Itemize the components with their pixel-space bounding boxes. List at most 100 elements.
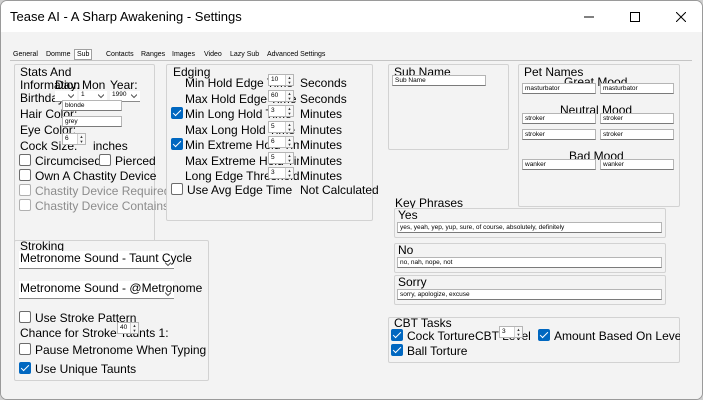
edging-row-stepper[interactable]: 5 ▲ ▼ bbox=[268, 120, 294, 133]
sorry-group: Sorry sorry, apologize, excuse bbox=[394, 275, 666, 305]
use-stroke-pattern-checkbox[interactable] bbox=[19, 311, 31, 323]
year-value: 1990 bbox=[112, 91, 127, 98]
circumcised-label: Circumcised bbox=[35, 154, 102, 168]
edging-row-unit: Minutes bbox=[300, 107, 343, 121]
tab-advanced-settings[interactable]: Advanced Settings bbox=[267, 51, 325, 58]
cock-torture-label: Cock Torture bbox=[407, 329, 475, 343]
edging-row-stepper[interactable]: 60 ▲ ▼ bbox=[268, 89, 294, 102]
spin-arrows-icon: ▲ ▼ bbox=[285, 75, 293, 85]
no-phrases-input[interactable]: no, nah, nope, not bbox=[397, 257, 662, 268]
edging-row-checkbox[interactable] bbox=[171, 107, 183, 119]
neutral-pet-name-input-3[interactable]: stroker bbox=[522, 129, 596, 140]
sub-name-panel: Sub Name Sub Name bbox=[388, 64, 509, 150]
cock-size-stepper[interactable]: 6 ▲ ▼ bbox=[62, 133, 86, 145]
title-bar: Tease AI - A Sharp Awakening - Settings bbox=[1, 1, 702, 32]
month-value: 1 bbox=[81, 91, 85, 98]
bad-pet-name-input-2[interactable]: wanker bbox=[600, 159, 674, 170]
tab-sub[interactable]: Sub bbox=[74, 49, 93, 60]
chastity-contains-checkbox[interactable] bbox=[19, 199, 31, 211]
tab-lazy-sub[interactable]: Lazy Sub bbox=[230, 51, 259, 58]
spin-arrows-icon: ▲ ▼ bbox=[285, 121, 293, 132]
minimize-button[interactable] bbox=[566, 1, 612, 32]
edging-row-value: 6 bbox=[271, 138, 275, 145]
edging-row-stepper[interactable]: 10 ▲ ▼ bbox=[268, 74, 294, 86]
own-chastity-label: Own A Chastity Device bbox=[35, 169, 157, 183]
close-button[interactable] bbox=[658, 1, 702, 32]
bad-pet-name-input-1[interactable]: wanker bbox=[522, 159, 596, 170]
no-label: No bbox=[398, 243, 414, 257]
stats-panel: Stats And Information Day: Mon Year: Bir… bbox=[14, 64, 170, 253]
great-pet-name-input-2[interactable]: masturbator bbox=[600, 83, 674, 94]
chastity-contains-label: Chastity Device Contains bbox=[35, 199, 170, 213]
maximize-icon bbox=[630, 11, 640, 22]
sorry-phrases-input[interactable]: sorry, apologize, excuse bbox=[397, 289, 662, 300]
cock-torture-checkbox[interactable] bbox=[391, 329, 403, 341]
use-unique-taunts-checkbox[interactable] bbox=[19, 362, 31, 374]
spin-arrows-icon: ▲ ▼ bbox=[285, 106, 293, 116]
tab-general[interactable]: General bbox=[13, 51, 38, 58]
pause-metronome-checkbox[interactable] bbox=[19, 343, 31, 355]
cbt-level-stepper[interactable]: 3 ▲ ▼ bbox=[499, 326, 523, 338]
edging-row-unit: Minutes bbox=[300, 122, 343, 137]
edging-row-unit: Minutes bbox=[300, 169, 343, 183]
chevron-down-icon bbox=[98, 94, 104, 99]
stroke-taunt-chance-value: 40 bbox=[120, 324, 128, 331]
chastity-required-label: Chastity Device Required bbox=[35, 184, 171, 198]
day-label: Day: bbox=[55, 78, 80, 92]
tab-domme[interactable]: Domme bbox=[46, 51, 71, 58]
ball-torture-checkbox[interactable] bbox=[391, 344, 403, 356]
edging-row-stepper[interactable]: 5 ▲ ▼ bbox=[268, 151, 294, 164]
yes-phrases-input[interactable]: yes, yeah, yep, yup, sure, of course, ab… bbox=[397, 222, 662, 233]
stroke-taunt-chance-label: Chance for Stroke Taunts 1: bbox=[20, 326, 169, 340]
sub-name-input[interactable]: Sub Name bbox=[392, 75, 486, 86]
use-unique-taunts-label: Use Unique Taunts bbox=[35, 362, 137, 376]
tab-divider bbox=[10, 60, 692, 61]
circumcised-checkbox[interactable] bbox=[19, 154, 31, 166]
no-group: No no, nah, nope, not bbox=[394, 243, 666, 273]
tab-ranges[interactable]: Ranges bbox=[141, 51, 165, 58]
neutral-pet-name-input-1[interactable]: stroker bbox=[522, 113, 596, 124]
spin-arrows-icon: ▲ ▼ bbox=[130, 323, 138, 333]
spin-arrows-icon: ▲ ▼ bbox=[514, 327, 522, 337]
edging-row-stepper[interactable]: 6 ▲ ▼ bbox=[268, 136, 294, 148]
own-chastity-checkbox[interactable] bbox=[19, 169, 31, 181]
chevron-down-icon bbox=[165, 292, 171, 297]
tab-video[interactable]: Video bbox=[204, 51, 222, 58]
use-avg-edge-time-checkbox[interactable] bbox=[171, 183, 183, 195]
amount-based-on-level-checkbox[interactable] bbox=[538, 329, 550, 341]
edging-row-stepper[interactable]: 3 ▲ ▼ bbox=[268, 167, 294, 179]
neutral-pet-name-input-4[interactable]: stroker bbox=[600, 129, 674, 140]
neutral-pet-name-input-2[interactable]: stroker bbox=[600, 113, 674, 124]
metronome-sound-taunt-cycle-select[interactable]: Metronome Sound - Taunt Cycle bbox=[19, 251, 192, 269]
window-title: Tease AI - A Sharp Awakening - Settings bbox=[10, 9, 242, 24]
minimize-icon bbox=[584, 16, 594, 17]
stroke-taunt-chance-stepper[interactable]: 40 ▲ ▼ bbox=[117, 322, 139, 334]
taunt-cycle-value: Metronome Sound - Taunt Cycle bbox=[20, 251, 192, 265]
eye-color-input[interactable]: grey bbox=[62, 116, 122, 127]
sorry-label: Sorry bbox=[398, 275, 427, 289]
great-pet-name-input-1[interactable]: masturbator bbox=[522, 83, 596, 94]
settings-client: General Domme Sub Contacts Ranges Images… bbox=[1, 32, 702, 399]
edging-row-value: 10 bbox=[271, 76, 279, 83]
pierced-checkbox[interactable] bbox=[99, 154, 111, 166]
metronome-sound-metronome-select[interactable]: Metronome Sound - @Metronome bbox=[19, 281, 202, 299]
spin-arrows-icon: ▲ ▼ bbox=[77, 134, 85, 144]
year-label: Year: bbox=[110, 78, 138, 92]
close-icon bbox=[676, 11, 686, 22]
edging-row-value: 60 bbox=[271, 91, 279, 99]
edging-row-unit: Seconds bbox=[300, 91, 347, 106]
edging-row-checkbox[interactable] bbox=[171, 138, 183, 150]
yes-group: Yes yes, yeah, yep, yup, sure, of course… bbox=[394, 208, 666, 238]
edging-row-value: 5 bbox=[271, 122, 275, 130]
hair-color-input[interactable]: blonde bbox=[62, 100, 122, 111]
edging-row-stepper[interactable]: 3 ▲ ▼ bbox=[268, 105, 294, 117]
metronome-value: Metronome Sound - @Metronome bbox=[20, 281, 203, 295]
spin-arrows-icon: ▲ ▼ bbox=[285, 152, 293, 163]
maximize-button[interactable] bbox=[612, 1, 658, 32]
chastity-required-checkbox[interactable] bbox=[19, 184, 31, 196]
use-avg-edge-time-label: Use Avg Edge Time bbox=[187, 183, 293, 197]
tab-images[interactable]: Images bbox=[172, 51, 195, 58]
tab-contacts[interactable]: Contacts bbox=[106, 51, 134, 58]
pet-names-panel: Pet Names Great Mood masturbator masturb… bbox=[518, 64, 680, 207]
edging-row-unit: Seconds bbox=[300, 76, 347, 90]
